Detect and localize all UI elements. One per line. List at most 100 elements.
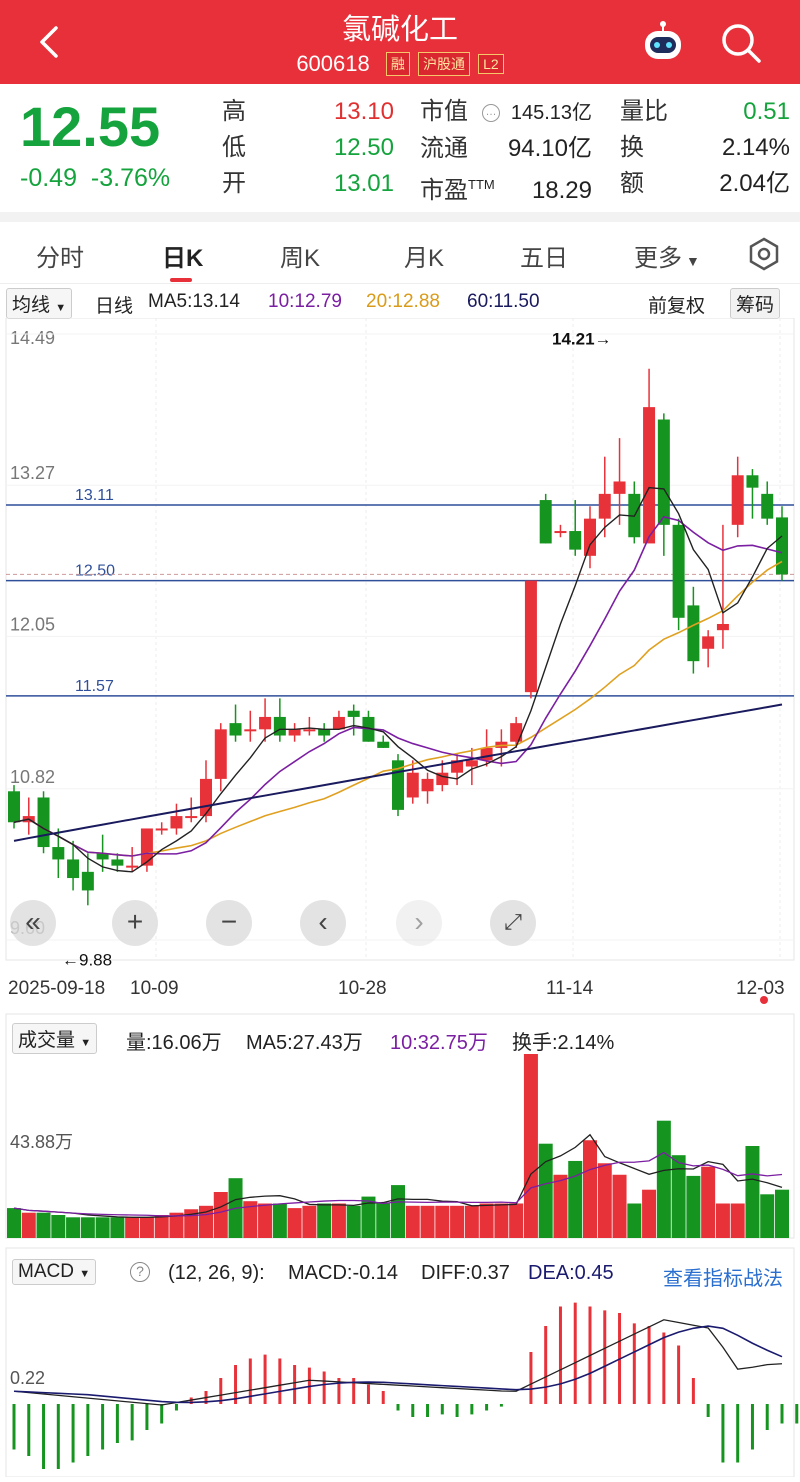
candle-body [776,517,788,575]
current-date-dot [760,996,768,1004]
volratio-value: 0.51 [743,98,790,125]
price-change: -0.49 -3.76% [20,164,170,193]
tab-more-label: 更多 [634,245,682,272]
candle-body [155,828,168,831]
volume-bar [435,1205,450,1238]
candle-body [332,716,345,730]
help-icon[interactable]: ? [130,1262,150,1282]
volume-bar [80,1217,95,1238]
caret-down-icon: ▼ [55,302,67,314]
zoom-out-button[interactable]: − [206,900,252,946]
ma60-line [13,703,783,842]
candle-body [111,859,124,866]
indicator-selector-label: 均线 [12,295,51,316]
volume-bar [671,1155,686,1238]
volume-bar [612,1174,627,1238]
mktcap-value: 145.13亿 [510,102,592,124]
candle-body [126,865,139,868]
volume-bar [730,1203,745,1238]
app-header: 氯碱化工 600618 融 沪股通 L2 [0,0,800,84]
amount-label: 额 [620,170,644,197]
scroll-right-button[interactable]: › [396,900,442,946]
candle-body [52,847,65,860]
robot-assistant-icon[interactable] [640,20,686,66]
volume-bar [95,1217,110,1238]
ma5-value: MA5:13.14 [148,291,240,312]
adjust-mode-button[interactable]: 前复权 [648,291,705,318]
info-icon[interactable]: … [482,103,500,122]
volume-bar [154,1215,169,1238]
candle-body [37,797,50,848]
volratio-label: 量比 [620,98,668,125]
tab-weekly-k[interactable]: 周K [280,238,320,273]
volume-ma5: MA5:27.43万 [246,1032,363,1054]
volume-bar [523,1054,538,1238]
chart-area: 14.4913.2712.0510.829.6013.1112.5011.571… [0,317,800,1478]
reference-line-label: 13.11 [75,487,114,504]
ma10-value: 10:12.79 [268,291,342,312]
high-low-open: 高 13.10 低 12.50 开 13.01 [222,94,394,202]
change-amount: -0.49 [20,164,77,192]
volume-bar [213,1192,228,1238]
volume-bar [701,1166,716,1238]
macd-selector[interactable]: MACD ▼ [12,1259,97,1285]
macd-selector-label: MACD [18,1261,74,1282]
candle-body [259,716,272,730]
settings-hexagon-icon[interactable] [744,234,784,274]
candle-body [170,816,183,829]
pe-ttm-label: TTM [468,177,495,192]
last-price: 12.55 [20,95,161,158]
tab-more[interactable]: 更多 ▼ [634,238,700,273]
volume-bar [464,1205,479,1238]
scroll-left-button[interactable]: ‹ [300,900,346,946]
zoom-in-button[interactable]: + [112,900,158,946]
volume-bar [745,1146,760,1238]
search-icon[interactable] [718,20,764,66]
chevron-left-icon: ‹ [318,906,328,937]
indicator-strategy-link[interactable]: 查看指标战法 [663,1262,783,1291]
volume-bar [391,1185,405,1238]
volume-bar [51,1215,66,1238]
chips-button[interactable]: 筹码 [730,288,781,319]
volume-bar [139,1217,154,1238]
low-label: 低 [222,134,246,161]
turnover-value: 2.14% [721,134,790,161]
tab-intraday[interactable]: 分时 [36,238,84,273]
candle-body [67,859,80,879]
ratio-turnover-amount: 量比 0.51 换 2.14% 额 2.04亿 [620,94,790,202]
tab-monthly-k[interactable]: 月K [404,238,444,273]
tag-margin: 融 [385,52,410,77]
candle-body [318,729,331,736]
candle-body [584,518,596,556]
fullscreen-button[interactable]: ⤢ [490,900,536,946]
tab-five-day[interactable]: 五日 [520,238,568,273]
volume-bar [317,1203,332,1238]
candle-body [214,729,227,779]
volume-bar [272,1203,287,1238]
candle-body [569,531,582,550]
volume-bar [450,1205,465,1238]
candle-body [657,419,670,525]
volume-bar [287,1208,302,1238]
volume-bar [36,1212,51,1238]
kline-chart[interactable]: 14.4913.2712.0510.829.6013.1112.5011.571… [0,317,800,1478]
candle-body [81,871,94,891]
tab-daily-k[interactable]: 日K [162,238,203,273]
volume-y-tick: 43.88万 [10,1132,73,1152]
volume-bar [110,1217,125,1238]
indicator-selector[interactable]: 均线 ▼ [6,288,73,319]
candle-body [303,729,316,732]
volume-bar [538,1143,553,1238]
reference-line-label: 11.57 [75,678,114,695]
open-value: 13.01 [333,170,394,197]
scroll-to-start-button[interactable]: « [10,900,56,946]
volume-bar [258,1203,273,1238]
quote-panel: 12.55 -0.49 -3.76% 高 13.10 低 12.50 开 13.01 … [0,84,800,212]
candle-body [465,760,478,767]
volume-selector[interactable]: 成交量 ▼ [12,1023,98,1054]
tag-level2[interactable]: L2 [478,54,504,75]
amount-value: 2.04亿 [719,170,790,197]
plus-icon: + [126,906,144,937]
volume-bar [553,1174,568,1238]
volume-bar [642,1189,657,1238]
